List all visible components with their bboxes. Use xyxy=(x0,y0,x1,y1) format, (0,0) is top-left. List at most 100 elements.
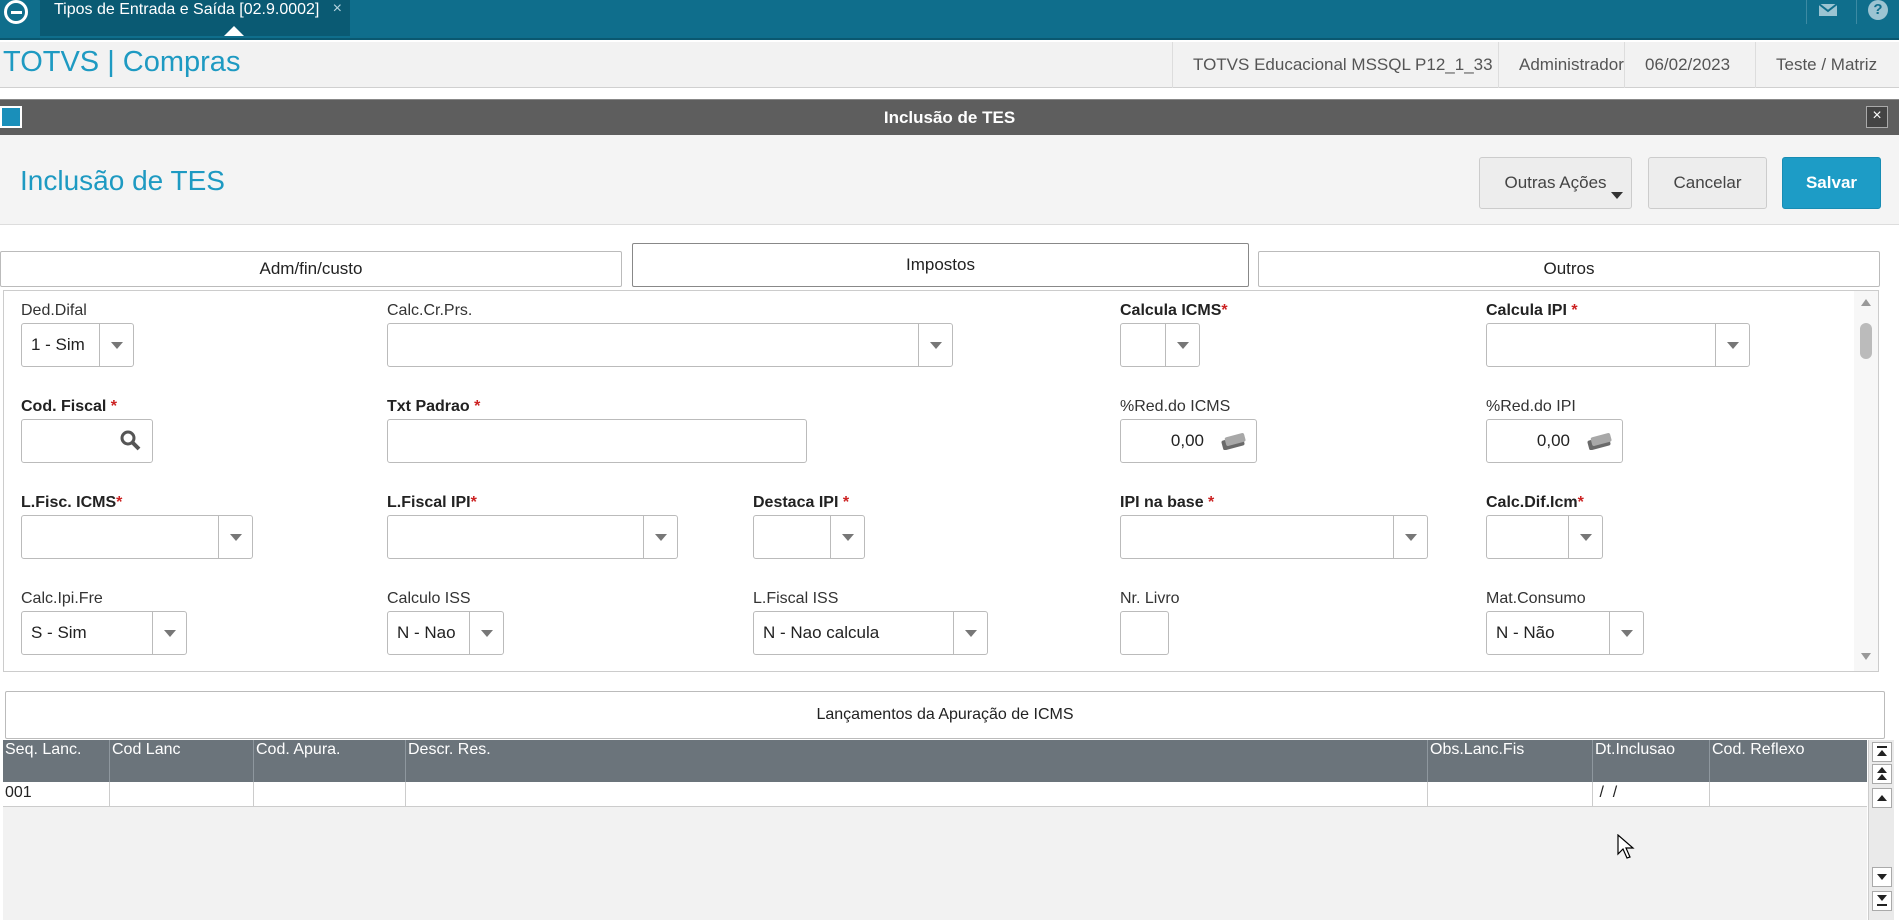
table-cell[interactable] xyxy=(110,782,254,806)
column-header[interactable]: Descr. Res. xyxy=(406,740,1428,782)
more-actions-label: Outras Ações xyxy=(1504,173,1607,192)
calculo-iss-select[interactable]: N - Nao xyxy=(387,611,504,655)
chevron-down-icon[interactable] xyxy=(643,516,677,558)
chevron-down-icon[interactable] xyxy=(953,612,987,654)
chevron-down-icon[interactable] xyxy=(1715,324,1749,366)
lfiscal-iss-value: N - Nao calcula xyxy=(763,623,880,642)
column-header[interactable]: Seq. Lanc. xyxy=(3,740,110,782)
calcula-ipi-select[interactable] xyxy=(1486,323,1750,367)
cancel-button[interactable]: Cancelar xyxy=(1648,157,1767,209)
help-icon[interactable]: ? xyxy=(1856,0,1896,24)
lfiscal-ipi-select[interactable] xyxy=(387,515,678,559)
chevron-down-icon[interactable] xyxy=(1165,324,1199,366)
chevron-down-icon[interactable] xyxy=(918,324,952,366)
chevron-down-icon[interactable] xyxy=(218,516,252,558)
chevron-down-icon[interactable] xyxy=(830,516,864,558)
ded-difal-label: Ded.Difal xyxy=(21,302,87,319)
totvs-logo-icon[interactable] xyxy=(4,0,28,24)
table-cell[interactable] xyxy=(1710,782,1867,806)
scroll-top-icon[interactable] xyxy=(1872,742,1892,762)
ipi-na-base-select[interactable] xyxy=(1120,515,1428,559)
red-icms-input[interactable]: 0,00 xyxy=(1120,419,1257,463)
required-marker: * xyxy=(474,398,481,415)
nr-livro-input[interactable] xyxy=(1120,611,1169,655)
money-icon[interactable] xyxy=(1586,432,1614,450)
calc-ipi-fre-value: S - Sim xyxy=(31,623,87,642)
tab-outros-label: Outros xyxy=(1543,259,1595,278)
required-marker: * xyxy=(1571,302,1578,319)
lfiscal-iss-select[interactable]: N - Nao calcula xyxy=(753,611,988,655)
scroll-up-icon[interactable] xyxy=(1861,299,1871,306)
environment-label[interactable]: TOTVS Educacional MSSQL P12_1_33 xyxy=(1172,42,1498,88)
dialog-title: Inclusão de TES xyxy=(883,108,1016,127)
ded-difal-value: 1 - Sim xyxy=(31,335,85,354)
lfisc-icms-select[interactable] xyxy=(21,515,253,559)
scroll-page-up-icon[interactable] xyxy=(1872,764,1892,784)
scroll-up-icon[interactable] xyxy=(1872,788,1892,808)
tab-outros[interactable]: Outros xyxy=(1258,251,1880,287)
destaca-ipi-select[interactable] xyxy=(753,515,865,559)
search-icon[interactable] xyxy=(118,428,144,454)
required-marker: * xyxy=(470,494,477,511)
mail-icon[interactable] xyxy=(1806,0,1846,24)
red-ipi-input[interactable]: 0,00 xyxy=(1486,419,1623,463)
scroll-bottom-icon[interactable] xyxy=(1872,891,1892,911)
txt-padrao-input[interactable] xyxy=(387,419,807,463)
mouse-cursor-icon xyxy=(1617,834,1635,859)
scroll-down-icon[interactable] xyxy=(1861,653,1871,660)
app-header: TOTVS | Compras TOTVS Educacional MSSQL … xyxy=(0,42,1899,88)
date-label[interactable]: 06/02/2023 xyxy=(1624,42,1755,88)
chevron-down-icon[interactable] xyxy=(1393,516,1427,558)
more-actions-button[interactable]: Outras Ações xyxy=(1479,157,1632,209)
required-marker: * xyxy=(842,494,850,511)
scroll-down-icon[interactable] xyxy=(1872,867,1892,887)
user-label[interactable]: Administrador xyxy=(1498,42,1624,88)
chevron-down-icon[interactable] xyxy=(469,612,503,654)
table-row[interactable]: 001 / / xyxy=(3,782,1867,807)
column-header[interactable]: Cod. Apura. xyxy=(254,740,406,782)
calc-ipi-fre-select[interactable]: S - Sim xyxy=(21,611,187,655)
dialog-close-icon[interactable]: × xyxy=(1866,106,1888,128)
chevron-down-icon xyxy=(1611,192,1623,199)
column-header[interactable]: Obs.Lanc.Fis xyxy=(1428,740,1593,782)
chevron-down-icon[interactable] xyxy=(152,612,186,654)
tab-close-icon[interactable]: × xyxy=(333,0,342,19)
app-title: TOTVS | Compras xyxy=(3,46,241,78)
red-icms-label: %Red.do ICMS xyxy=(1120,398,1231,415)
required-marker: * xyxy=(1208,494,1215,511)
cod-fiscal-input[interactable] xyxy=(21,419,153,463)
save-button[interactable]: Salvar xyxy=(1782,157,1881,209)
help-glyph: ? xyxy=(1868,0,1888,20)
grid-header: Seq. Lanc. Cod Lanc Cod. Apura. Descr. R… xyxy=(3,740,1867,782)
form-title: Inclusão de TES xyxy=(20,165,225,196)
calcula-icms-select[interactable] xyxy=(1120,323,1200,367)
nr-livro-label: Nr. Livro xyxy=(1120,590,1180,607)
calc-cr-prs-select[interactable] xyxy=(387,323,953,367)
calc-dif-icm-label: Calc.Dif.Icm* xyxy=(1486,494,1584,511)
table-cell[interactable] xyxy=(254,782,406,806)
destaca-ipi-label: Destaca IPI * xyxy=(753,494,850,511)
column-header[interactable]: Cod. Reflexo xyxy=(1710,740,1867,782)
grid-scrollbar[interactable] xyxy=(1868,740,1894,920)
chevron-down-icon[interactable] xyxy=(1568,516,1602,558)
chevron-down-icon[interactable] xyxy=(1609,612,1643,654)
tab-adm-fin-custo[interactable]: Adm/fin/custo xyxy=(0,251,622,287)
calcula-icms-label: Calcula ICMS* xyxy=(1120,302,1228,319)
ded-difal-select[interactable]: 1 - Sim xyxy=(21,323,134,367)
tab-tipos-entrada-saida[interactable]: Tipos de Entrada e Saída [02.9.0002] × xyxy=(40,0,350,36)
branch-label[interactable]: Teste / Matriz xyxy=(1755,42,1899,88)
scroll-thumb[interactable] xyxy=(1860,323,1872,359)
column-header[interactable]: Dt.Inclusao xyxy=(1593,740,1710,782)
chevron-down-icon[interactable] xyxy=(99,324,133,366)
lfiscal-ipi-label: L.Fiscal IPI* xyxy=(387,494,477,511)
table-cell[interactable]: 001 xyxy=(3,782,110,806)
mat-consumo-select[interactable]: N - Não xyxy=(1486,611,1644,655)
money-icon[interactable] xyxy=(1220,432,1248,450)
column-header[interactable]: Cod Lanc xyxy=(110,740,254,782)
calc-dif-icm-select[interactable] xyxy=(1486,515,1603,559)
table-cell[interactable] xyxy=(1428,782,1593,806)
tab-impostos[interactable]: Impostos xyxy=(632,243,1249,287)
form-scrollbar[interactable] xyxy=(1854,291,1878,671)
table-cell[interactable]: / / xyxy=(1593,782,1710,806)
table-cell[interactable] xyxy=(406,782,1428,806)
